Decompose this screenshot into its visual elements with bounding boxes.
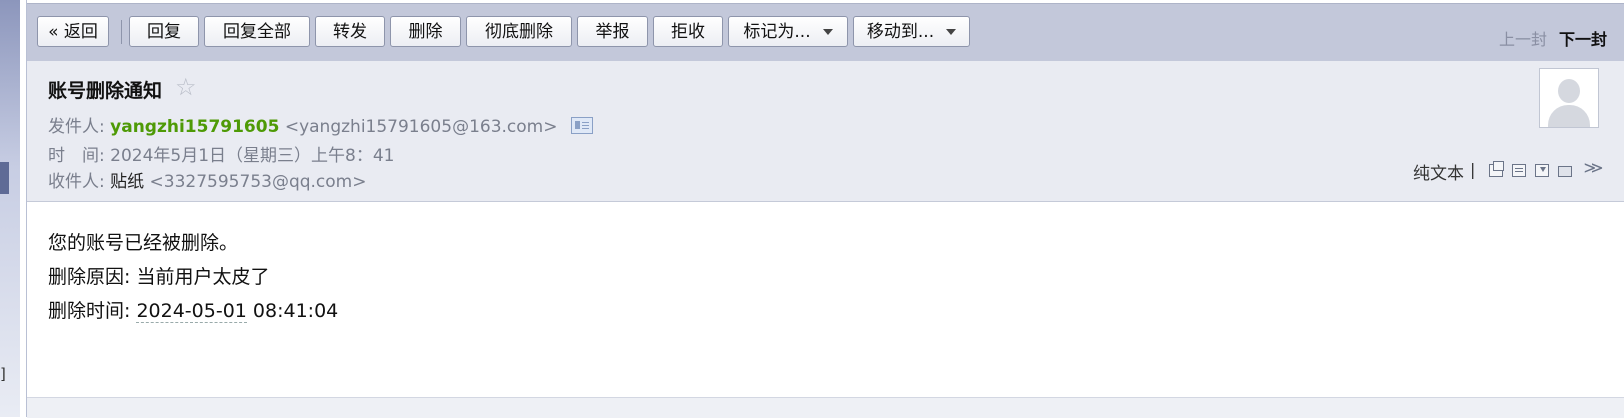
plain-text-link[interactable]: 纯文本 — [1413, 159, 1464, 184]
star-icon[interactable]: ☆ — [175, 73, 197, 101]
mail-footer — [27, 397, 1624, 418]
sender-address: <yangzhi15791605@163.com> — [284, 117, 558, 137]
download-icon[interactable] — [1535, 164, 1549, 177]
reject-button[interactable]: 拒收 — [653, 16, 723, 47]
mail-subject: 账号删除通知 — [48, 80, 163, 102]
sender-row: 发件人: yangzhi15791605 <yangzhi15791605@16… — [48, 112, 593, 137]
delete-date-link[interactable]: 2024-05-01 — [136, 300, 247, 323]
new-window-icon[interactable] — [1489, 161, 1504, 177]
next-mail-link[interactable]: 下一封 — [1559, 26, 1607, 50]
move-to-dropdown[interactable]: 移动到... — [853, 16, 970, 47]
mail-toolbar: « 返回 回复 回复全部 转发 删除 彻底删除 举报 拒收 标记为... 移动到… — [27, 3, 1624, 62]
left-panel-strip: ] — [0, 0, 20, 417]
body-line-3: 删除时间: 2024-05-01 08:41:04 — [48, 296, 338, 323]
move-to-label: 移动到... — [866, 22, 935, 42]
left-panel-mark: ] — [0, 365, 6, 383]
mail-reader: « 返回 回复 回复全部 转发 删除 彻底删除 举报 拒收 标记为... 移动到… — [26, 0, 1624, 418]
recipient-label: 收件人: — [48, 172, 105, 192]
chevron-down-icon — [946, 29, 957, 35]
body-line-2: 删除原因: 当前用户太皮了 — [48, 266, 270, 288]
back-button[interactable]: « 返回 — [37, 16, 109, 47]
mark-as-dropdown[interactable]: 标记为... — [728, 16, 848, 47]
sender-avatar — [1539, 68, 1599, 128]
time-label: 时 间: — [48, 146, 105, 166]
recipient-row: 收件人: 贴纸 <3327595753@qq.com> — [48, 167, 367, 192]
mail-header: 账号删除通知 ☆ 发件人: yangzhi15791605 <yangzhi15… — [27, 61, 1624, 202]
report-button[interactable]: 举报 — [577, 16, 648, 47]
recipient-address: <3327595753@qq.com> — [149, 172, 367, 192]
delete-button[interactable]: 删除 — [390, 16, 461, 47]
previous-mail-link[interactable]: 上一封 — [1499, 26, 1547, 50]
mark-as-label: 标记为... — [743, 22, 811, 42]
tools-separator: | — [1470, 160, 1476, 179]
view-source-icon[interactable] — [1512, 164, 1526, 177]
left-panel-tab[interactable] — [0, 162, 9, 194]
contact-card-icon[interactable] — [570, 117, 593, 134]
reply-button[interactable]: 回复 — [129, 16, 199, 47]
chevron-down-icon — [822, 29, 833, 35]
double-chevron-down-icon[interactable]: ≫ — [1583, 158, 1603, 177]
sender-label: 发件人: — [48, 117, 105, 137]
body-line-1: 您的账号已经被删除。 — [48, 232, 239, 254]
forward-button[interactable]: 转发 — [315, 16, 385, 47]
time-row: 时 间: 2024年5月1日（星期三）上午8：41 — [48, 141, 394, 166]
delete-time-value: 08:41:04 — [246, 300, 339, 322]
reply-all-button[interactable]: 回复全部 — [204, 16, 310, 47]
delete-permanently-button[interactable]: 彻底删除 — [466, 16, 572, 47]
time-value: 2024年5月1日（星期三）上午8：41 — [110, 146, 395, 166]
recipient-name[interactable]: 贴纸 — [110, 172, 144, 192]
toolbar-divider — [121, 20, 122, 44]
print-icon[interactable] — [1558, 166, 1572, 177]
sender-name[interactable]: yangzhi15791605 — [110, 117, 279, 137]
delete-time-label: 删除时间: — [48, 300, 137, 322]
